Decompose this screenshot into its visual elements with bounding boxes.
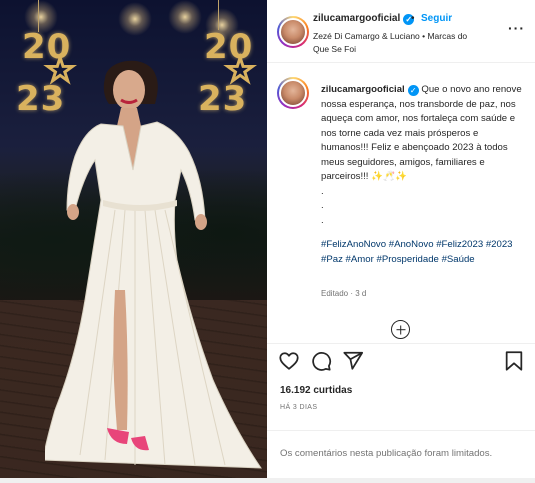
edited-meta: Editado · 3 d <box>321 289 367 298</box>
follow-button[interactable]: Seguir <box>421 13 452 24</box>
firework-light <box>118 2 152 36</box>
actions-divider <box>267 343 535 344</box>
firework-light <box>168 0 202 34</box>
hashtag-link[interactable]: #FelizAnoNovo <box>321 239 386 250</box>
header-separator: • <box>411 13 415 24</box>
caption-text: zilucamargooficial ✓ Que o novo ano renov… <box>321 83 526 228</box>
hashtag-link[interactable]: #AnoNovo <box>389 239 434 250</box>
load-more-comments-icon[interactable] <box>391 320 410 339</box>
author-username[interactable]: zilucamargooficial ✓ <box>313 13 415 25</box>
post-side-panel: zilucamargooficial ✓ • Seguir Zezé Di Cam… <box>267 0 535 478</box>
hashtag-list: #FelizAnoNovo #AnoNovo #Feliz2023 #2023 … <box>321 238 526 267</box>
hashtag-link[interactable]: #Saúde <box>442 254 475 265</box>
comments-limited-notice: Os comentários nesta publicação foram li… <box>280 448 493 459</box>
likes-count[interactable]: 16.192 curtidas <box>280 385 352 396</box>
ornament-string <box>218 0 219 30</box>
author-avatar[interactable] <box>277 16 309 48</box>
comment-icon[interactable] <box>310 350 332 372</box>
share-icon[interactable] <box>342 350 364 372</box>
window-bottom-edge <box>0 478 535 483</box>
hashtag-link[interactable]: #Paz <box>321 254 343 265</box>
hashtag-link[interactable]: #Amor <box>346 254 374 265</box>
post-photo[interactable]: 20 23 ☆ 20 23 ☆ <box>0 0 267 478</box>
heart-icon[interactable] <box>278 350 300 372</box>
hashtag-link[interactable]: #2023 <box>486 239 513 250</box>
header-divider <box>267 62 535 63</box>
verified-badge-icon: ✓ <box>407 85 419 96</box>
post-timestamp[interactable]: HÁ 3 DIAS <box>280 404 317 411</box>
audio-track-link[interactable]: Zezé Di Camargo & Luciano • Marcas do Qu… <box>313 30 473 56</box>
woman-in-white-dress <box>45 60 262 469</box>
hashtag-link[interactable]: #Feliz2023 <box>436 239 483 250</box>
action-bar <box>267 346 535 376</box>
bookmark-icon[interactable] <box>503 350 525 372</box>
caption-body: Que o novo ano renove nossa esperança, n… <box>321 84 522 226</box>
caption-username[interactable]: zilucamargooficial <box>321 84 405 95</box>
more-options-icon[interactable]: ··· <box>508 20 525 36</box>
comments-divider <box>267 430 535 431</box>
hashtag-link[interactable]: #Prosperidade <box>376 254 438 265</box>
caption-avatar[interactable] <box>277 77 309 109</box>
